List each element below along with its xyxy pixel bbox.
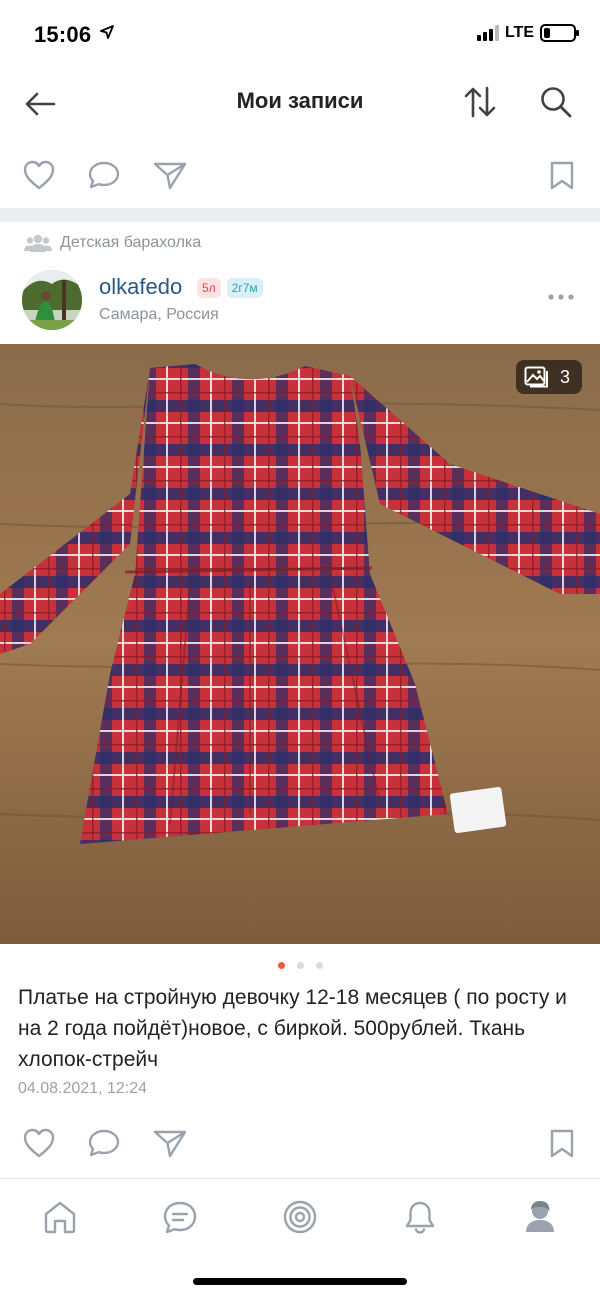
notifications-icon bbox=[405, 1201, 435, 1234]
messages-icon bbox=[163, 1201, 197, 1234]
photo-pagination bbox=[0, 962, 600, 969]
pagination-dot bbox=[277, 962, 285, 969]
comment-button[interactable] bbox=[86, 1126, 122, 1160]
more-options-button[interactable] bbox=[548, 284, 574, 305]
send-icon bbox=[153, 1130, 187, 1158]
bookmark-button[interactable] bbox=[546, 1126, 578, 1160]
post-separator bbox=[0, 208, 600, 222]
post-actions bbox=[0, 1116, 600, 1172]
sort-button[interactable] bbox=[462, 84, 498, 120]
avatar[interactable] bbox=[22, 270, 82, 330]
badge-duration: 5л bbox=[197, 278, 221, 298]
status-time: 15:06 bbox=[34, 22, 92, 47]
search-button[interactable] bbox=[538, 84, 574, 120]
network-type: LTE bbox=[504, 24, 534, 41]
bookmark-button[interactable] bbox=[546, 158, 578, 192]
dress-photo-image bbox=[0, 344, 600, 944]
page-title: Мои записи bbox=[236, 88, 364, 113]
author-badges: 5л 2г7м bbox=[197, 278, 263, 298]
photo-count: 3 bbox=[559, 366, 570, 387]
post-photo[interactable]: 3 bbox=[0, 344, 600, 944]
badge-age: 2г7м bbox=[226, 278, 263, 298]
home-indicator bbox=[193, 1278, 407, 1285]
home-icon bbox=[44, 1201, 76, 1234]
community-name: Детская барахолка bbox=[60, 234, 202, 251]
bookmark-icon bbox=[550, 1129, 574, 1158]
photo-counter: 3 bbox=[515, 360, 582, 394]
nav-bar: Мои записи bbox=[0, 70, 600, 136]
tab-profile[interactable] bbox=[520, 1197, 560, 1237]
pagination-dot bbox=[315, 962, 323, 969]
prev-post-actions bbox=[0, 148, 600, 204]
tab-discover[interactable] bbox=[280, 1197, 320, 1237]
community-link[interactable]: Детская барахолка bbox=[24, 234, 201, 252]
location-arrow-icon bbox=[100, 25, 114, 39]
discover-icon bbox=[283, 1200, 317, 1234]
signal-icon bbox=[476, 25, 499, 41]
gallery-icon bbox=[524, 366, 548, 388]
post-date: 04.08.2021, 12:24 bbox=[18, 1080, 148, 1097]
like-button[interactable] bbox=[22, 1126, 56, 1160]
heart-icon bbox=[23, 1128, 55, 1158]
author-name[interactable]: olkafedo bbox=[99, 274, 182, 300]
search-icon bbox=[541, 87, 572, 118]
like-button[interactable] bbox=[22, 158, 56, 192]
comment-icon bbox=[88, 161, 120, 189]
avatar-image bbox=[22, 270, 82, 330]
more-dots-icon bbox=[548, 294, 574, 300]
tab-notifications[interactable] bbox=[400, 1197, 440, 1237]
comment-button[interactable] bbox=[86, 158, 122, 192]
tab-bar bbox=[0, 1178, 600, 1258]
profile-icon bbox=[526, 1201, 554, 1232]
tab-home[interactable] bbox=[40, 1197, 80, 1237]
sort-arrows-icon bbox=[464, 86, 496, 118]
battery-icon bbox=[540, 24, 579, 42]
share-button[interactable] bbox=[152, 1126, 188, 1160]
bookmark-icon bbox=[550, 161, 574, 190]
author-location: Самара, Россия bbox=[99, 306, 219, 323]
status-bar: 15:06 LTE bbox=[0, 0, 600, 70]
pagination-dot bbox=[296, 962, 304, 969]
comment-icon bbox=[88, 1129, 120, 1157]
share-button[interactable] bbox=[152, 158, 188, 192]
status-indicators: LTE bbox=[476, 24, 579, 42]
group-icon bbox=[24, 234, 52, 252]
send-icon bbox=[153, 162, 187, 190]
tab-messages[interactable] bbox=[160, 1197, 200, 1237]
heart-icon bbox=[23, 160, 55, 190]
post-text: Платье на стройную девочку 12-18 месяцев… bbox=[18, 986, 567, 1071]
post-header: olkafedo 5л 2г7м Самара, Россия bbox=[22, 268, 582, 332]
